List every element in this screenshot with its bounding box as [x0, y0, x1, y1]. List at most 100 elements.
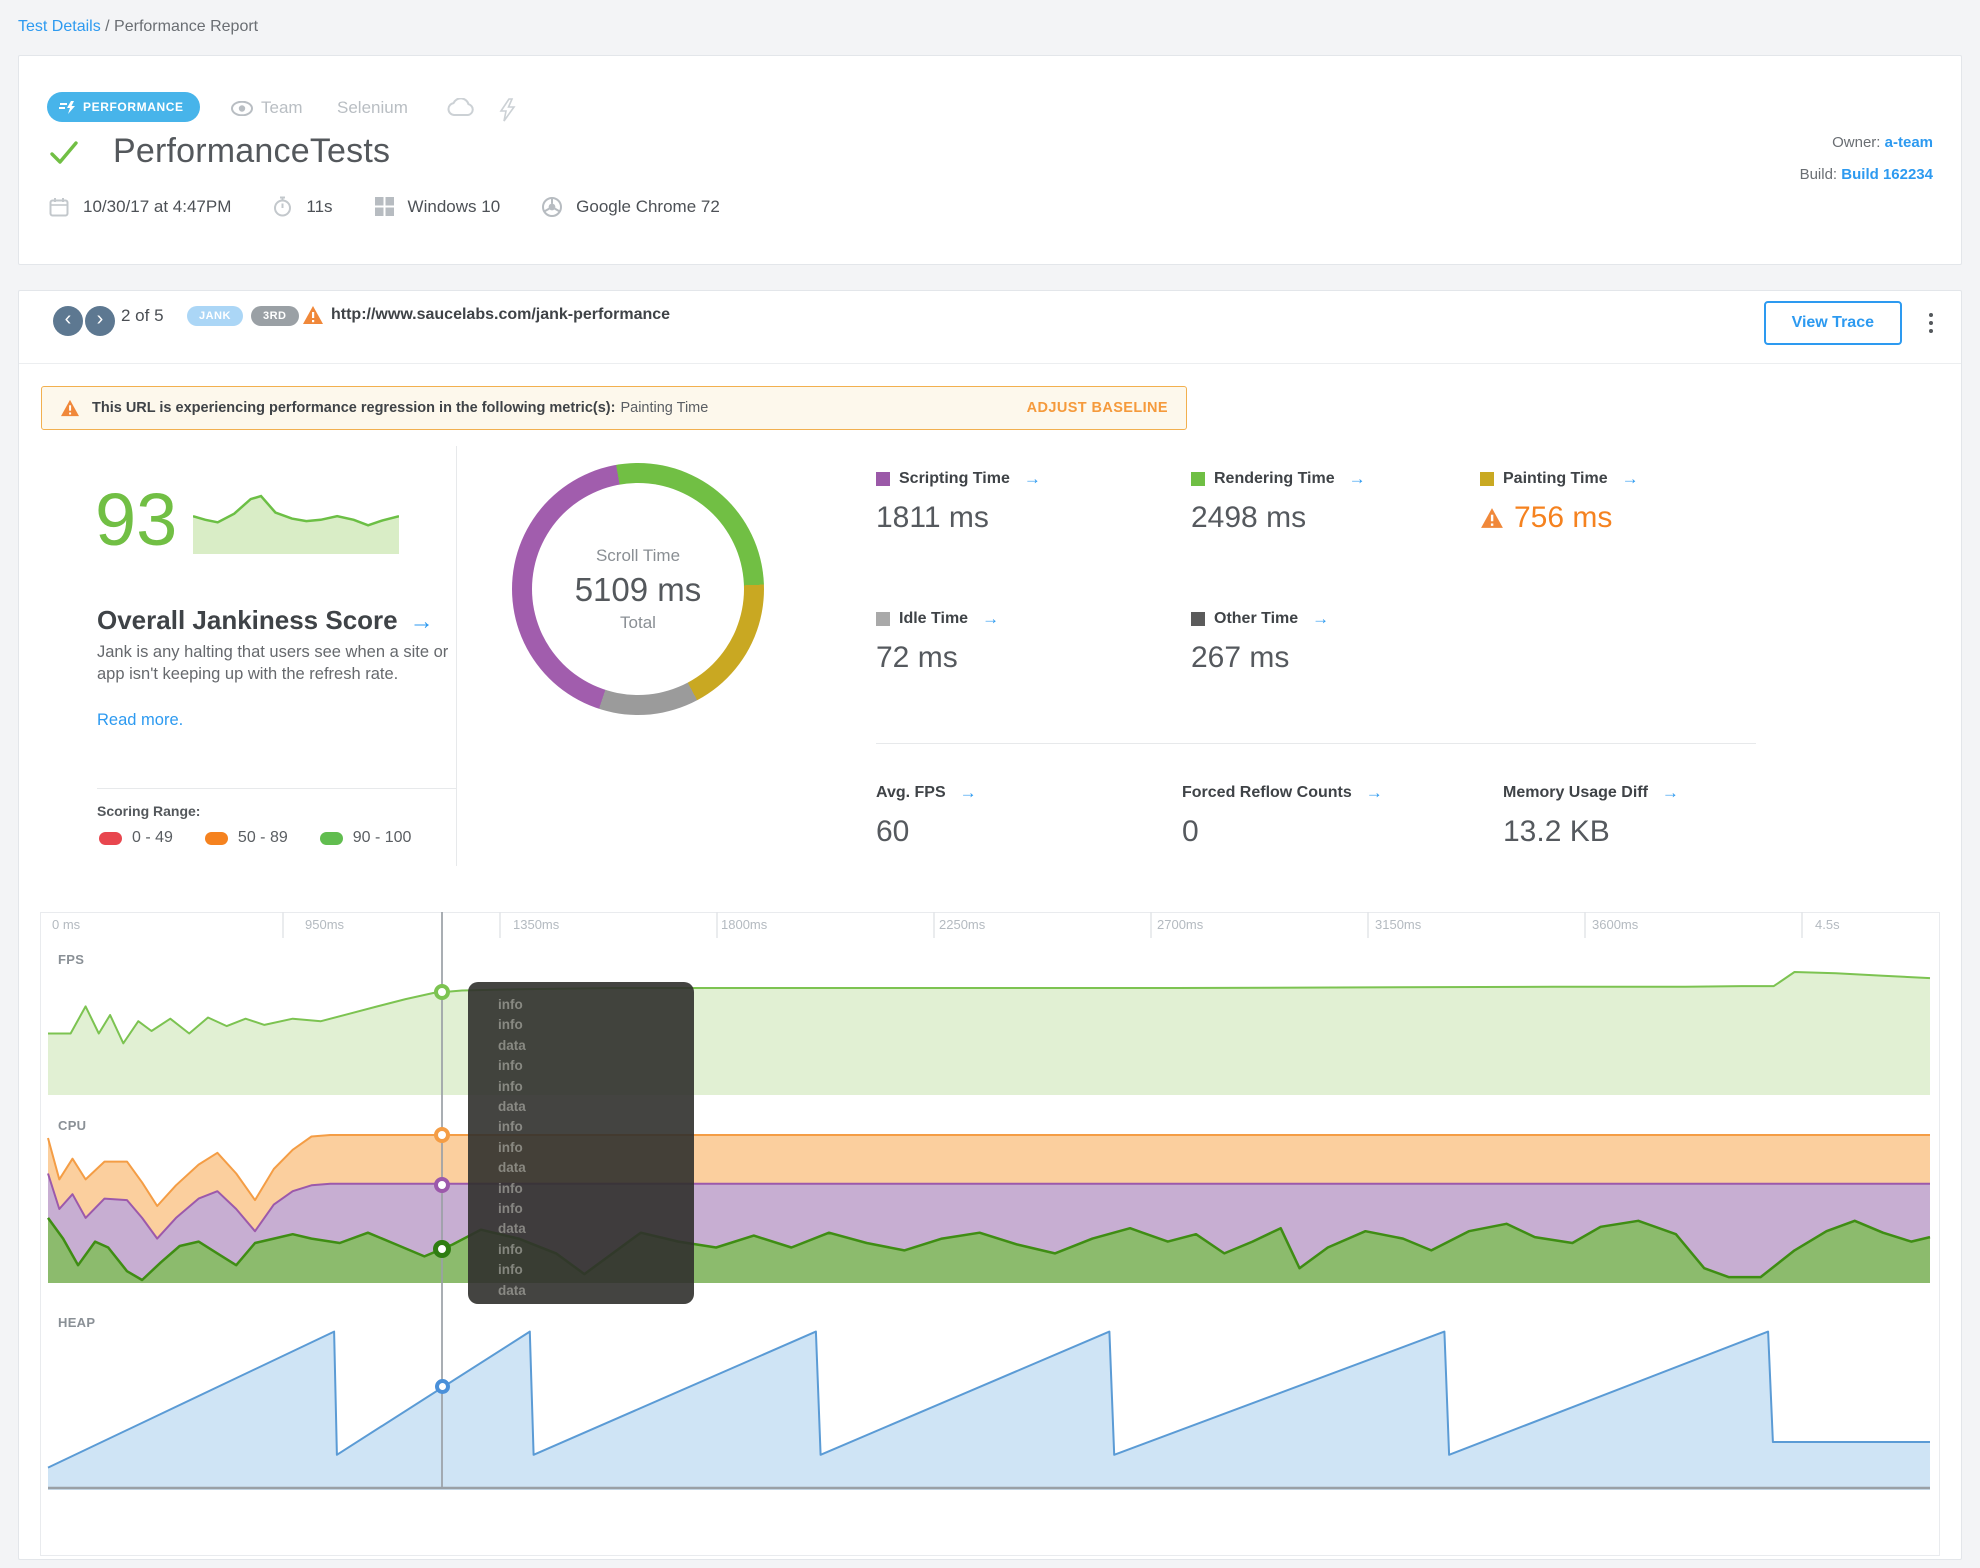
- timeline-chart[interactable]: [40, 905, 1940, 1565]
- score-divider: [97, 788, 457, 789]
- test-date: 10/30/17 at 4:47PM: [83, 196, 232, 216]
- tooltip-line: info: [498, 1241, 523, 1257]
- series-fps-area: [48, 972, 1930, 1095]
- test-browser: Google Chrome 72: [576, 196, 720, 216]
- scoring-range-value: 50 - 89: [237, 829, 288, 846]
- scoring-range-value: 90 - 100: [352, 829, 412, 846]
- secondary-metrics-grid: Avg. FPS → 60 Forced Reflow Counts → 0 Memory …: [876, 783, 1776, 883]
- build-link[interactable]: Build 162234: [1841, 166, 1933, 183]
- cursor-marker[interactable]: [434, 984, 450, 1000]
- cursor-marker[interactable]: [434, 1177, 450, 1193]
- cursor-marker[interactable]: [434, 1378, 450, 1394]
- metric-detail-arrow-icon[interactable]: →: [1312, 609, 1329, 629]
- metric-detail-arrow-icon[interactable]: →: [1024, 469, 1041, 489]
- secondary-metric-label: Memory Usage Diff →: [1503, 783, 1679, 803]
- cursor-marker[interactable]: [433, 1240, 451, 1258]
- secondary-metric-label-text: Memory Usage Diff: [1503, 784, 1648, 801]
- windows-icon: [374, 197, 394, 216]
- secondary-metric-label: Avg. FPS →: [876, 783, 977, 803]
- metric-detail-arrow-icon[interactable]: →: [1349, 469, 1366, 489]
- scoring-range-item: 0 - 49: [99, 829, 173, 847]
- cursor-marker[interactable]: [434, 1127, 450, 1143]
- framework-tag: Selenium: [337, 98, 408, 118]
- tooltip-line: info: [498, 1180, 523, 1196]
- next-url-button[interactable]: ›: [85, 306, 115, 336]
- secondary-metric-cell: Memory Usage Diff → 13.2 KB: [1503, 783, 1679, 849]
- visibility-tag[interactable]: Team: [231, 98, 303, 118]
- adjust-baseline-button[interactable]: ADJUST BASELINE: [1027, 400, 1168, 416]
- metric-value: 72 ms: [876, 641, 958, 674]
- metric-color-square: [1191, 472, 1205, 486]
- scoring-range-value: 0 - 49: [132, 829, 173, 846]
- secondary-metric-label-text: Forced Reflow Counts: [1182, 784, 1352, 801]
- metric-label: Painting Time →: [1480, 469, 1639, 489]
- secondary-metric-cell: Avg. FPS → 60: [876, 783, 977, 849]
- chrome-icon: [542, 196, 563, 217]
- breadcrumb-separator: /: [100, 18, 115, 35]
- metric-detail-arrow-icon[interactable]: →: [1622, 469, 1639, 489]
- secondary-metric-arrow-icon[interactable]: →: [960, 783, 977, 803]
- banner-message: This URL is experiencing performance reg…: [92, 400, 616, 416]
- tooltip-line: info: [498, 997, 523, 1012]
- secondary-metric-label-text: Avg. FPS: [876, 784, 946, 801]
- page-url: http://www.saucelabs.com/jank-performanc…: [331, 306, 671, 323]
- jankiness-score-arrow-icon[interactable]: →: [410, 608, 434, 635]
- banner-warning-icon: [61, 399, 79, 417]
- prev-url-button[interactable]: ‹: [53, 306, 83, 336]
- breadcrumb-test-details-link[interactable]: Test Details: [18, 18, 101, 35]
- banner-metric: Painting Time: [620, 400, 709, 416]
- secondary-metric-label: Forced Reflow Counts →: [1182, 783, 1383, 803]
- tooltip-line: info: [498, 1201, 523, 1217]
- test-passed-check-icon: [49, 140, 79, 166]
- metric-label-text: Rendering Time: [1214, 470, 1335, 487]
- metric-cell: Idle Time → 72 ms: [876, 609, 999, 675]
- test-header-card: PERFORMANCE Team Selenium PerformanceTes…: [18, 55, 1962, 265]
- series-heap-area: [48, 1331, 1930, 1490]
- metrics-grid: Scripting Time → 1811 ms Rendering Time → 249…: [876, 469, 1776, 729]
- owner-link[interactable]: a-team: [1885, 134, 1933, 151]
- scoring-range-legend: 0 - 49 50 - 89 90 - 100: [99, 829, 411, 847]
- metric-label: Rendering Time →: [1191, 469, 1366, 489]
- scoring-range-dot: [204, 831, 228, 845]
- breadcrumb: Test Details / Performance Report: [18, 18, 258, 36]
- tooltip-line: data: [498, 1099, 526, 1115]
- url-warning-icon: [302, 305, 324, 325]
- tooltip-line: info: [498, 1058, 523, 1074]
- secondary-metric-arrow-icon[interactable]: →: [1366, 783, 1383, 803]
- jankiness-description: Jank is any halting that users see when …: [97, 643, 449, 684]
- metric-color-square: [1191, 612, 1205, 626]
- metric-cell: Scripting Time → 1811 ms: [876, 469, 1041, 535]
- tooltip-line: data: [498, 1221, 526, 1237]
- regression-banner: This URL is experiencing performance reg…: [41, 386, 1187, 430]
- view-trace-button[interactable]: View Trace: [1763, 301, 1902, 345]
- secondary-metric-cell: Forced Reflow Counts → 0: [1182, 783, 1383, 849]
- scoring-range-item: 90 - 100: [319, 829, 412, 847]
- metric-cell: Other Time → 267 ms: [1191, 609, 1329, 675]
- metric-detail-arrow-icon[interactable]: →: [982, 609, 999, 629]
- metric-label: Scripting Time →: [876, 469, 1041, 489]
- jankiness-score-title: Overall Jankiness Score →: [97, 605, 434, 636]
- metric-label-text: Other Time: [1214, 610, 1299, 627]
- metric-cell: Rendering Time → 2498 ms: [1191, 469, 1366, 535]
- metrics-divider: [876, 743, 1756, 744]
- test-duration: 11s: [306, 196, 333, 216]
- third-party-badge: 3RD: [251, 306, 299, 326]
- secondary-metric-arrow-icon[interactable]: →: [1662, 783, 1679, 803]
- read-more-link[interactable]: Read more.: [97, 711, 183, 730]
- build-row: Build: Build 162234: [1800, 166, 1933, 183]
- url-position: 2 of 5: [121, 306, 164, 325]
- scoring-range-label: Scoring Range:: [97, 803, 201, 819]
- more-options-menu[interactable]: [1929, 313, 1933, 333]
- performance-badge: PERFORMANCE: [47, 92, 200, 122]
- scoring-range-dot: [99, 831, 122, 845]
- owner-row: Owner: a-team: [1832, 134, 1933, 151]
- timeline-tooltip: info info data info info data info info data info…: [468, 982, 694, 1304]
- lightning-icon: [499, 98, 516, 122]
- test-meta-row: 10/30/17 at 4:47PM 11s Windows 10 Google…: [49, 196, 720, 217]
- column-divider: [456, 446, 457, 866]
- scoring-range-dot: [319, 831, 343, 845]
- metric-value: 267 ms: [1191, 641, 1290, 674]
- score-sparkline-chart: [193, 494, 399, 554]
- owner-label: Owner:: [1832, 134, 1885, 151]
- scoring-range-item: 50 - 89: [204, 829, 288, 847]
